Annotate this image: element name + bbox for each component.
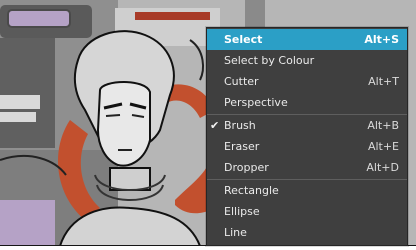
menu-item-ellipse[interactable]: Ellipse [207,201,407,222]
menu-item-rectangle[interactable]: Rectangle [207,180,407,201]
left-light-bar [0,95,40,109]
menu-item-shortcut: Alt+E [367,140,399,153]
left-machine-block [0,38,55,148]
menu-item-label: Ellipse [224,205,260,218]
menu-item-cutter[interactable]: Cutter Alt+T [207,71,407,92]
app-window: Select Alt+S Select by Colour Cutter Alt… [0,0,416,250]
character-neck [109,167,151,191]
top-red-strip [135,12,210,20]
left-light-bar-2 [0,112,36,122]
menu-item-select-by-colour[interactable]: Select by Colour [207,50,407,71]
menu-item-eraser[interactable]: Eraser Alt+E [207,136,407,157]
tool-context-menu: Select Alt+S Select by Colour Cutter Alt… [206,27,408,246]
menu-item-label: Select [224,33,263,46]
menu-item-shortcut: Alt+T [368,75,399,88]
bottom-strip [0,246,416,250]
check-icon: ✔ [210,119,220,132]
menu-item-select[interactable]: Select Alt+S [207,29,407,50]
menu-item-label: Brush [224,119,256,132]
menu-item-label: Line [224,226,247,239]
lilac-plate [7,9,71,28]
menu-item-label: Rectangle [224,184,279,197]
menu-item-label: Eraser [224,140,260,153]
menu-item-line[interactable]: Line [207,222,407,243]
menu-item-label: Dropper [224,161,269,174]
character-face [96,81,151,167]
menu-item-shortcut: Alt+S [364,33,399,46]
bottom-left-lilac [0,200,55,246]
menu-item-label: Cutter [224,75,259,88]
menu-item-label: Select by Colour [224,54,315,67]
menu-item-shortcut: Alt+B [367,119,399,132]
menu-item-dropper[interactable]: Dropper Alt+D [207,157,407,178]
menu-item-label: Perspective [224,96,288,109]
top-right-block [245,0,265,30]
menu-item-perspective[interactable]: Perspective [207,92,407,113]
menu-item-brush[interactable]: ✔ Brush Alt+B [207,115,407,136]
menu-item-shortcut: Alt+D [366,161,399,174]
